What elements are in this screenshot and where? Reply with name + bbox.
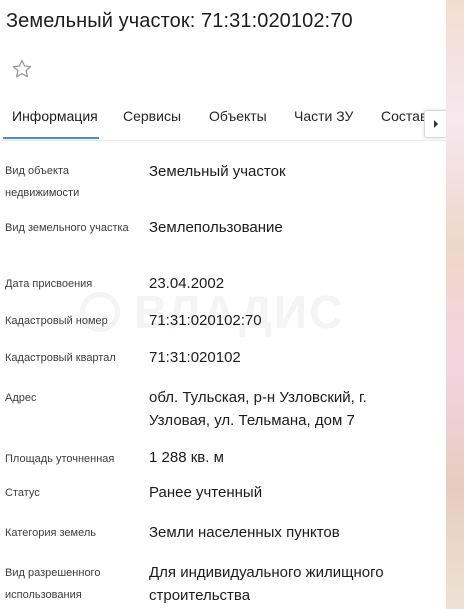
label-cadastral-quarter: Кадастровый квартал [5, 352, 116, 364]
value-object-type: Земельный участок [149, 163, 286, 180]
value-assigned-date: 23.04.2002 [149, 275, 225, 292]
tab-bar: Информация Сервисы Объекты Части ЗУ Сост… [0, 108, 446, 139]
label-permitted-use: Вид разрешенного использования [5, 567, 101, 601]
value-land-plot-type: Землепользование [149, 219, 283, 236]
tab-land-parts[interactable]: Части ЗУ [294, 108, 353, 124]
active-tab-indicator [3, 137, 99, 139]
label-address: Адрес [5, 392, 37, 404]
page-title: Земельный участок: 71:31:020102:70 [6, 10, 353, 32]
value-cadastral-number: 71:31:020102:70 [149, 312, 262, 329]
label-land-category: Категория земель [5, 527, 96, 539]
label-object-type: Вид объекта недвижимости [5, 165, 80, 199]
value-land-category: Земли населенных пунктов [149, 524, 340, 541]
tab-objects[interactable]: Объекты [209, 108, 267, 124]
value-permitted-use: Для индивидуального жилищного строительс… [149, 564, 384, 604]
value-cadastral-quarter: 71:31:020102 [149, 349, 241, 366]
tab-services[interactable]: Сервисы [123, 108, 181, 124]
tabs-divider [0, 140, 446, 141]
favorite-star-icon[interactable] [11, 58, 33, 80]
label-status: Статус [5, 487, 40, 499]
label-cadastral-number: Кадастровый номер [5, 315, 108, 327]
label-assigned-date: Дата присвоения [5, 278, 93, 290]
tabs-next-button[interactable] [424, 110, 448, 138]
tab-information[interactable]: Информация [12, 108, 98, 124]
value-status: Ранее учтенный [149, 484, 263, 501]
value-address: обл. Тульская, р-н Узловский, г. Узловая… [149, 389, 367, 429]
tab-composition[interactable]: Состав [381, 108, 427, 124]
chevron-right-icon [434, 120, 438, 128]
star-outline-icon [12, 59, 32, 78]
background-strip [446, 0, 464, 609]
value-specified-area: 1 288 кв. м [149, 449, 224, 466]
label-specified-area: Площадь уточненная [5, 453, 115, 465]
property-info-panel: Земельный участок: 71:31:020102:70 Инфор… [0, 0, 448, 609]
label-land-plot-type: Вид земельного участка [5, 222, 129, 234]
